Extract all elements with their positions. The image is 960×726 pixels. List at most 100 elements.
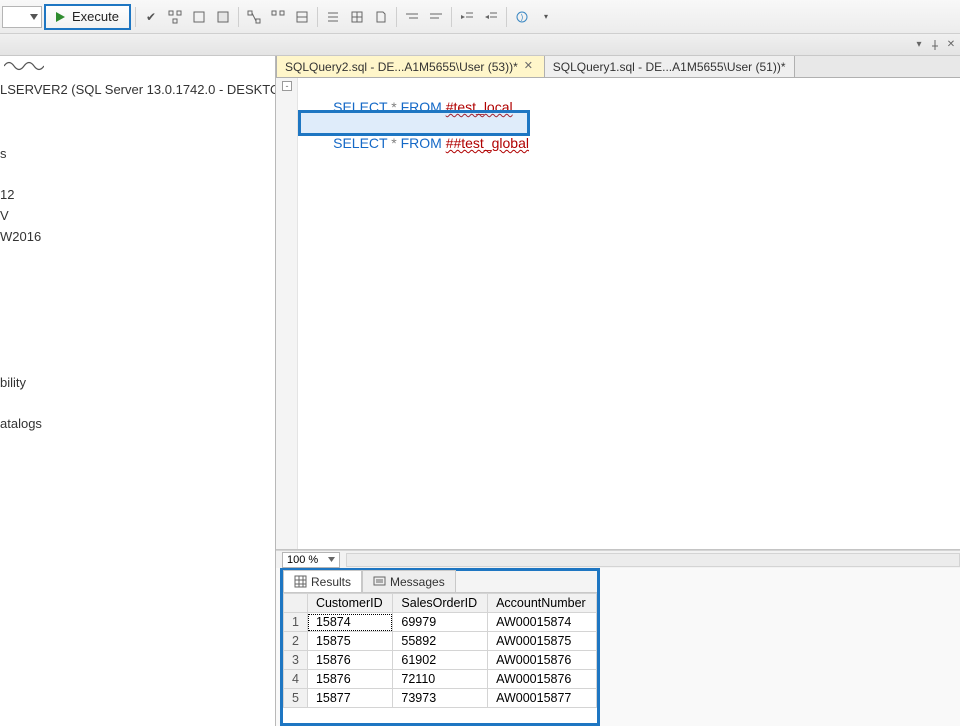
tab-results[interactable]: Results: [283, 570, 362, 592]
tree-item[interactable]: s: [0, 143, 275, 164]
cell[interactable]: 72110: [393, 670, 488, 689]
results-tab-label: Results: [311, 575, 351, 589]
cell[interactable]: AW00015877: [488, 689, 597, 708]
column-header[interactable]: CustomerID: [307, 594, 392, 613]
table-ref: ##test_global: [446, 135, 529, 151]
uncomment-icon[interactable]: [425, 6, 447, 28]
tab-sqlquery1[interactable]: SQLQuery1.sql - DE...A1M5655\User (51))*: [544, 56, 795, 77]
tab-sqlquery2[interactable]: SQLQuery2.sql - DE...A1M5655\User (53))*…: [276, 56, 545, 77]
comment-icon[interactable]: [401, 6, 423, 28]
toolbar-separator: [506, 7, 507, 27]
specify-values-icon[interactable]: ⟩: [511, 6, 533, 28]
template-params-icon: ⟩: [515, 10, 529, 24]
list-icon: [216, 10, 230, 24]
live-stats-icon[interactable]: [267, 6, 289, 28]
chevron-down-icon: [30, 14, 38, 20]
editor-line-3: SELECT * FROM ##test_global: [302, 116, 529, 170]
execute-button[interactable]: Execute: [44, 4, 131, 30]
results-pane: Results Messages CustomerID SalesOrderID…: [280, 568, 600, 726]
server-node[interactable]: LSERVER2 (SQL Server 13.0.1742.0 - DESKT…: [0, 76, 275, 103]
row-number: 3: [284, 651, 308, 670]
query-options-icon[interactable]: [188, 6, 210, 28]
collapse-icon[interactable]: -: [282, 81, 292, 91]
sql-editor[interactable]: - SELECT * FROM #test_local SELECT * FRO…: [276, 78, 960, 550]
column-header[interactable]: SalesOrderID: [393, 594, 488, 613]
panel-dropdown-icon[interactable]: ▾: [912, 38, 926, 52]
horizontal-scrollbar[interactable]: [346, 553, 960, 567]
results-to-file-icon[interactable]: [370, 6, 392, 28]
cell[interactable]: 15877: [307, 689, 392, 708]
database-dropdown[interactable]: [2, 6, 42, 28]
table-row[interactable]: 1 15874 69979 AW00015874: [284, 613, 597, 632]
table-row[interactable]: 5 15877 73973 AW00015877: [284, 689, 597, 708]
cell[interactable]: 69979: [393, 613, 488, 632]
connect-icon[interactable]: [0, 56, 275, 76]
object-explorer-tree[interactable]: s 12 V W2016 bility atalogs: [0, 103, 275, 726]
actual-plan-icon[interactable]: [243, 6, 265, 28]
row-header-corner: [284, 594, 308, 613]
cell[interactable]: 15875: [307, 632, 392, 651]
row-number: 2: [284, 632, 308, 651]
close-icon[interactable]: ✕: [524, 61, 536, 73]
text-results-icon: [326, 10, 340, 24]
tree-item[interactable]: V: [0, 205, 275, 226]
tab-label: SQLQuery1.sql - DE...A1M5655\User (51))*: [553, 60, 786, 74]
row-number: 1: [284, 613, 308, 632]
results-tabs: Results Messages: [283, 571, 597, 593]
table-row[interactable]: 4 15876 72110 AW00015876: [284, 670, 597, 689]
uncomment-lines-icon: [429, 10, 443, 24]
table-row[interactable]: 2 15875 55892 AW00015875: [284, 632, 597, 651]
tree-item[interactable]: W2016: [0, 226, 275, 247]
outdent-icon[interactable]: [480, 6, 502, 28]
tree-item[interactable]: bility: [0, 372, 275, 393]
document-tabs: SQLQuery2.sql - DE...A1M5655\User (53))*…: [276, 56, 960, 78]
cell[interactable]: AW00015876: [488, 651, 597, 670]
results-to-grid-icon[interactable]: [346, 6, 368, 28]
parse-icon[interactable]: ✔: [140, 6, 162, 28]
table-row[interactable]: 3 15876 61902 AW00015876: [284, 651, 597, 670]
table-header-row: CustomerID SalesOrderID AccountNumber: [284, 594, 597, 613]
toolbar-separator: [317, 7, 318, 27]
cell[interactable]: AW00015874: [488, 613, 597, 632]
tree-item[interactable]: atalogs: [0, 413, 275, 434]
cell[interactable]: 15876: [307, 670, 392, 689]
cell[interactable]: AW00015876: [488, 670, 597, 689]
toolbar-separator: [238, 7, 239, 27]
zoom-dropdown[interactable]: 100 %: [282, 552, 340, 568]
cell[interactable]: 73973: [393, 689, 488, 708]
estimated-plan-icon[interactable]: [164, 6, 186, 28]
cell[interactable]: 61902: [393, 651, 488, 670]
intellisense-icon[interactable]: [212, 6, 234, 28]
results-to-text-icon[interactable]: [322, 6, 344, 28]
editor-gutter: -: [276, 78, 298, 549]
client-stats-icon[interactable]: [291, 6, 313, 28]
operator: *: [391, 135, 396, 151]
indent-lines-icon: [460, 10, 474, 24]
cell[interactable]: 15874: [307, 613, 392, 632]
indent-icon[interactable]: [456, 6, 478, 28]
row-number: 4: [284, 670, 308, 689]
results-grid[interactable]: CustomerID SalesOrderID AccountNumber 1 …: [283, 593, 597, 723]
chevron-down-icon: [328, 557, 335, 562]
options-icon: [192, 10, 206, 24]
object-explorer-header: ▾ ✕: [0, 34, 960, 56]
stats-icon: [271, 10, 285, 24]
clientstats-icon: [295, 10, 309, 24]
pushpin-icon: [930, 40, 940, 50]
comment-lines-icon: [405, 10, 419, 24]
cell[interactable]: 15876: [307, 651, 392, 670]
plan2-icon: [247, 10, 261, 24]
svg-text:⟩: ⟩: [520, 13, 523, 22]
row-number: 5: [284, 689, 308, 708]
column-header[interactable]: AccountNumber: [488, 594, 597, 613]
pin-icon[interactable]: [928, 38, 942, 52]
cell[interactable]: AW00015875: [488, 632, 597, 651]
tree-item[interactable]: 12: [0, 184, 275, 205]
overflow-icon[interactable]: ▾: [535, 6, 557, 28]
keyword: FROM: [401, 135, 442, 151]
document-area: SQLQuery2.sql - DE...A1M5655\User (53))*…: [276, 56, 960, 726]
close-panel-icon[interactable]: ✕: [944, 38, 958, 52]
toolbar-separator: [135, 7, 136, 27]
tab-messages[interactable]: Messages: [362, 570, 456, 592]
cell[interactable]: 55892: [393, 632, 488, 651]
